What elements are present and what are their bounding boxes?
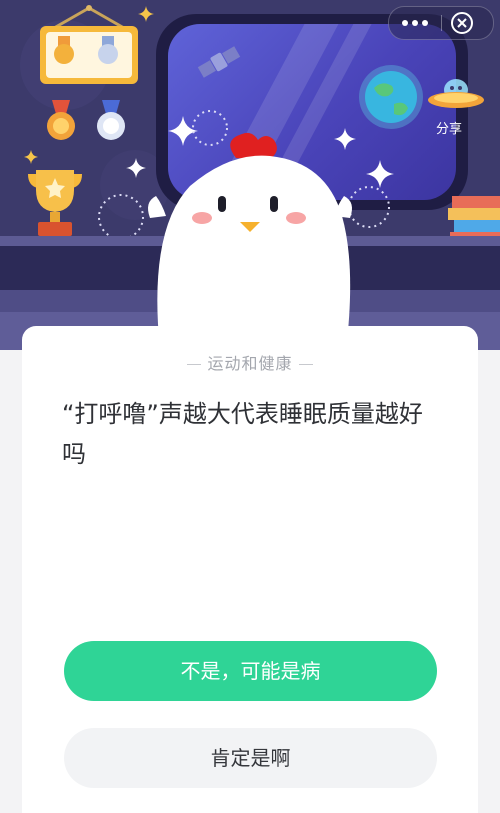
trophy-icon: [28, 170, 82, 236]
dotted-circle-decoration: [98, 194, 144, 240]
answer-option-2-button[interactable]: 肯定是啊: [64, 728, 437, 788]
answer-option-1-button[interactable]: 不是，可能是病: [64, 641, 437, 701]
close-circle-icon[interactable]: [449, 10, 475, 36]
bronze-medal-icon: [47, 100, 75, 140]
earth-icon: [359, 65, 423, 129]
ufo-icon[interactable]: [426, 74, 486, 118]
sparkle-icon: [138, 6, 154, 22]
chick-mascot: [148, 132, 352, 350]
share-label[interactable]: 分享: [436, 118, 462, 137]
mini-program-menu: [388, 6, 494, 40]
more-dots-icon[interactable]: [389, 7, 441, 39]
question-text: “打呼噜”声越大代表睡眠质量越好吗: [62, 400, 423, 468]
question-category: 运动和健康: [0, 350, 500, 374]
satellite-icon: [197, 46, 241, 78]
category-label: 运动和健康: [207, 354, 293, 373]
sparkle-icon: [24, 150, 38, 164]
header-illustration: 分享: [0, 0, 500, 350]
medal-board-icon: [40, 5, 138, 84]
books-icon: [448, 196, 500, 240]
silver-medal-icon: [97, 100, 125, 140]
